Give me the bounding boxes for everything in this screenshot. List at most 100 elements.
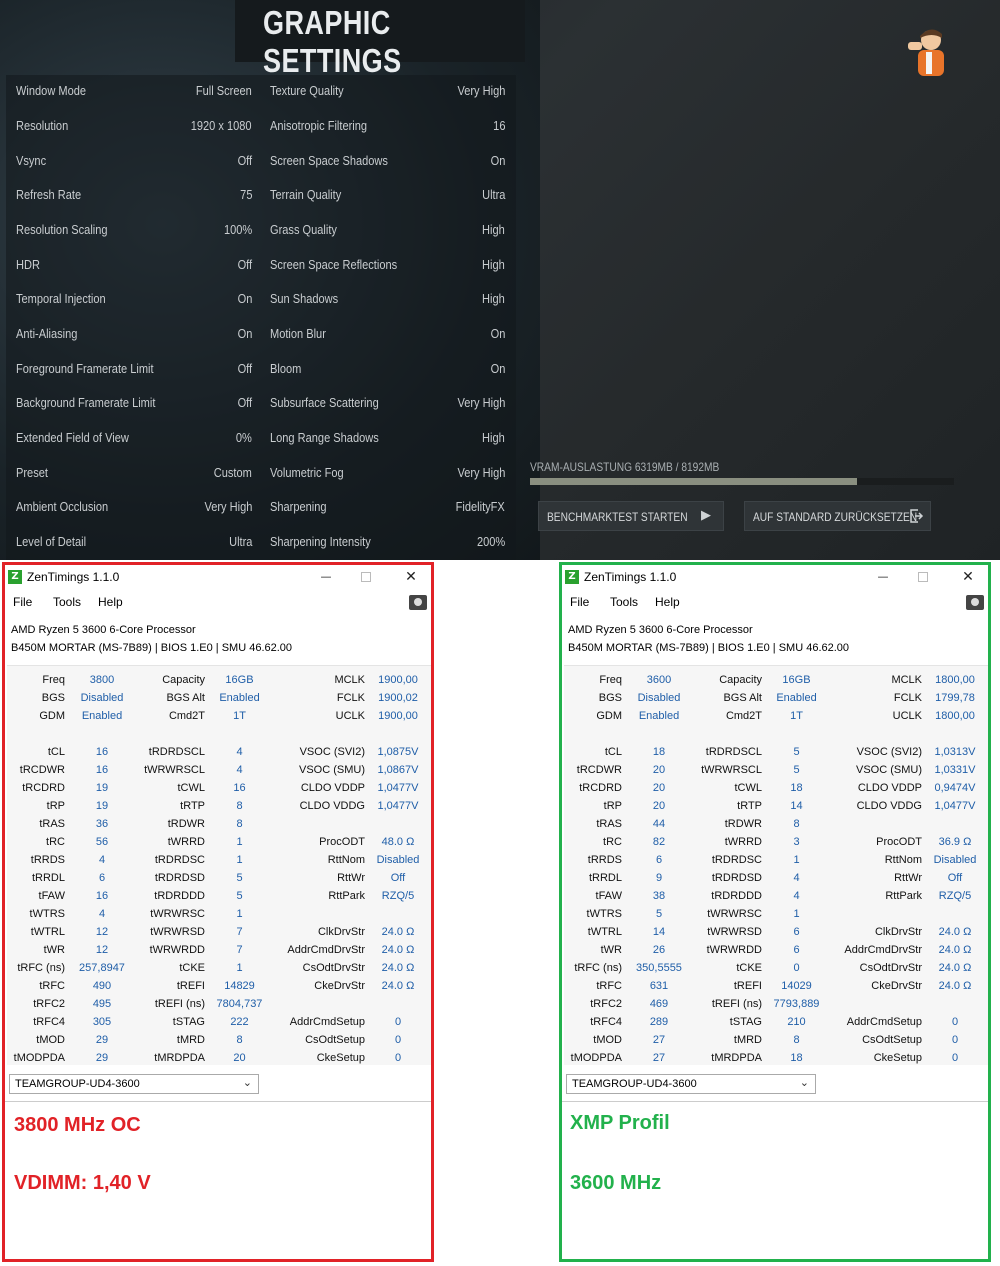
close-button[interactable]: ✕ — [401, 567, 421, 587]
timing-name: tRFC — [39, 980, 65, 992]
screenshot-camera-icon[interactable] — [966, 595, 984, 610]
setting-value[interactable]: Full Screen — [196, 83, 252, 98]
timing-value: 48.0 Ω — [381, 836, 415, 848]
setting-row[interactable]: Resolution Scaling 100% — [16, 222, 252, 242]
setting-value[interactable]: On — [490, 153, 505, 168]
timing-name: tSTAG — [172, 1016, 205, 1028]
setting-row[interactable]: Resolution 1920 x 1080 — [16, 118, 252, 138]
setting-row[interactable]: Texture Quality Very High — [270, 83, 505, 103]
timing-value: 0 — [793, 962, 800, 974]
setting-value[interactable]: On — [237, 326, 252, 341]
timing-name: GDM — [39, 710, 65, 722]
timing-name: tFAW — [38, 890, 65, 902]
menu-file[interactable]: File — [13, 595, 32, 609]
setting-value[interactable]: Very High — [457, 465, 505, 480]
menu-tools[interactable]: Tools — [610, 595, 638, 609]
setting-value[interactable]: On — [490, 326, 505, 341]
setting-row[interactable]: Grass Quality High — [270, 222, 505, 242]
setting-value[interactable]: Ultra — [229, 534, 252, 549]
timing-name: tMRDPDA — [154, 1052, 205, 1064]
setting-row[interactable]: Background Framerate Limit Off — [16, 395, 252, 415]
setting-value[interactable]: 200% — [477, 534, 505, 549]
setting-row[interactable]: Anisotropic Filtering 16 — [270, 118, 505, 138]
timing-name: Freq — [599, 674, 622, 686]
timing-value: 24.0 Ω — [381, 944, 415, 956]
setting-value[interactable]: Off — [237, 395, 252, 410]
setting-row[interactable]: Anti-Aliasing On — [16, 326, 252, 346]
setting-row[interactable]: HDR Off — [16, 257, 252, 277]
setting-value[interactable]: 1920 x 1080 — [191, 118, 252, 133]
timing-name: tRRDL — [31, 872, 65, 884]
close-button[interactable]: ✕ — [958, 567, 978, 587]
setting-row[interactable]: Sun Shadows High — [270, 291, 505, 311]
setting-value[interactable]: Off — [237, 153, 252, 168]
setting-row[interactable]: Sharpening Intensity 200% — [270, 534, 505, 554]
minimize-button[interactable]: — — [316, 567, 336, 587]
setting-row[interactable]: Screen Space Shadows On — [270, 153, 505, 173]
setting-row[interactable]: Ambient Occlusion Very High — [16, 499, 252, 519]
setting-row[interactable]: Window Mode Full Screen — [16, 83, 252, 103]
page-title: GRAPHIC SETTINGS — [263, 4, 402, 79]
setting-row[interactable]: Vsync Off — [16, 153, 252, 173]
maximize-button[interactable] — [356, 567, 376, 587]
setting-label: Bloom — [270, 361, 302, 376]
setting-row[interactable]: Volumetric Fog Very High — [270, 465, 505, 485]
setting-value[interactable]: High — [482, 430, 505, 445]
setting-value[interactable]: Ultra — [482, 187, 505, 202]
memory-module-select[interactable]: TEAMGROUP-UD4-3600 ⌄ — [9, 1074, 259, 1094]
setting-row[interactable]: Motion Blur On — [270, 326, 505, 346]
setting-row[interactable]: Screen Space Reflections High — [270, 257, 505, 277]
setting-value[interactable]: 75 — [240, 187, 252, 202]
setting-row[interactable]: Refresh Rate 75 — [16, 187, 252, 207]
setting-row[interactable]: Foreground Framerate Limit Off — [16, 361, 252, 381]
setting-value[interactable]: 0% — [236, 430, 252, 445]
setting-value[interactable]: High — [482, 291, 505, 306]
setting-value[interactable]: Very High — [457, 395, 505, 410]
timing-value: 289 — [649, 1016, 669, 1028]
setting-row[interactable]: Preset Custom — [16, 465, 252, 485]
timing-name: tRAS — [39, 818, 65, 830]
setting-row[interactable]: Subsurface Scattering Very High — [270, 395, 505, 415]
timing-name: ClkDrvStr — [317, 926, 365, 938]
annotation-line-2: VDIMM: 1,40 V — [14, 1172, 151, 1194]
setting-value[interactable]: 16 — [493, 118, 505, 133]
setting-row[interactable]: Terrain Quality Ultra — [270, 187, 505, 207]
setting-label: Sharpening Intensity — [270, 534, 371, 549]
setting-row[interactable]: Long Range Shadows High — [270, 430, 505, 450]
setting-value[interactable]: Off — [237, 257, 252, 272]
setting-value[interactable]: On — [237, 291, 252, 306]
start-benchmark-button[interactable]: BENCHMARKTEST STARTEN ▶ — [538, 501, 724, 531]
setting-value[interactable]: 100% — [224, 222, 252, 237]
setting-value[interactable]: Custom — [214, 465, 252, 480]
timing-name: ProcODT — [319, 836, 365, 848]
timing-value: 1 — [236, 962, 243, 974]
setting-value[interactable]: On — [490, 361, 505, 376]
memory-module-select[interactable]: TEAMGROUP-UD4-3600 ⌄ — [566, 1074, 816, 1094]
maximize-button[interactable] — [913, 567, 933, 587]
setting-value[interactable]: High — [482, 222, 505, 237]
setting-value[interactable]: Off — [237, 361, 252, 376]
setting-row[interactable]: Extended Field of View 0% — [16, 430, 252, 450]
setting-row[interactable]: Sharpening FidelityFX — [270, 499, 505, 519]
setting-value[interactable]: Very High — [457, 83, 505, 98]
menu-file[interactable]: File — [570, 595, 589, 609]
reset-defaults-button[interactable]: AUF STANDARD ZURÜCKSETZEN — [744, 501, 931, 531]
setting-value[interactable]: FidelityFX — [456, 499, 505, 514]
menu-tools[interactable]: Tools — [53, 595, 81, 609]
menu-help[interactable]: Help — [98, 595, 123, 609]
annotation-line-2: 3600 MHz — [570, 1172, 662, 1194]
timings-table: Freq 3800 Capacity 16GB MCLK 1900,00 BGS Disabl… — [7, 665, 431, 1065]
minimize-button[interactable]: — — [873, 567, 893, 587]
setting-row[interactable]: Bloom On — [270, 361, 505, 381]
setting-value[interactable]: Very High — [204, 499, 252, 514]
setting-label: Screen Space Reflections — [270, 257, 398, 272]
timing-value: 1 — [793, 908, 800, 920]
setting-value[interactable]: High — [482, 257, 505, 272]
timing-name: tRFC4 — [590, 1016, 622, 1028]
timing-value: 1800,00 — [935, 674, 975, 686]
setting-row[interactable]: Level of Detail Ultra — [16, 534, 252, 554]
setting-row[interactable]: Temporal Injection On — [16, 291, 252, 311]
screenshot-camera-icon[interactable] — [409, 595, 427, 610]
setting-label: Long Range Shadows — [270, 430, 379, 445]
menu-help[interactable]: Help — [655, 595, 680, 609]
